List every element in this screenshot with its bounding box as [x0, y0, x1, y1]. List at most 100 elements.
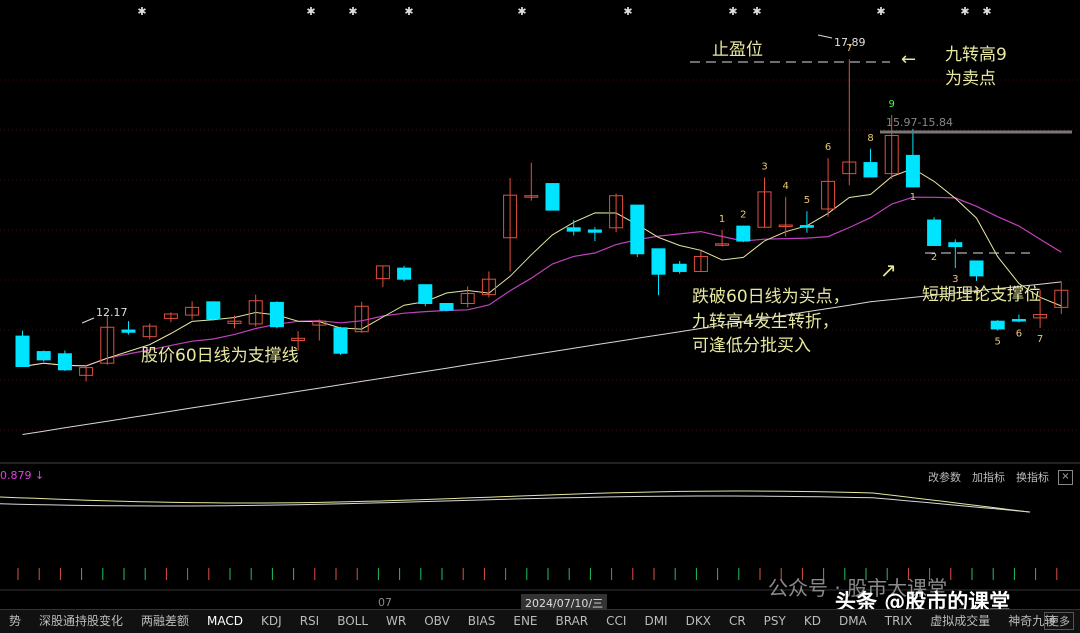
star-marker: ✱	[752, 5, 761, 18]
td-sell-count: 3	[761, 162, 767, 173]
star-marker: ✱	[623, 5, 632, 18]
low-price-label: 12.17	[96, 306, 128, 319]
star-marker: ✱	[982, 5, 991, 18]
candle-body	[1011, 319, 1026, 322]
high-price-label: 17.89	[834, 36, 866, 49]
candle-body	[587, 229, 602, 233]
ma5-line	[22, 167, 1062, 367]
tab-10[interactable]: ENE	[504, 610, 546, 633]
star-marker: ✱	[137, 5, 146, 18]
candle-body	[672, 263, 687, 272]
candle-body	[799, 225, 814, 228]
candle-body	[948, 242, 963, 248]
td-sell-count: 4	[783, 181, 789, 192]
star-marker: ✱	[517, 5, 526, 18]
nine-high-line2: 为卖点	[945, 69, 996, 89]
arrow-up-right-icon: ↗	[880, 258, 897, 282]
candle-body	[418, 284, 433, 305]
nine-high-line1: 九转高9	[945, 45, 1007, 65]
candle-body	[630, 204, 645, 255]
take-profit-label: 止盈位	[712, 40, 763, 60]
high-pointer	[817, 34, 833, 39]
star-marker: ✱	[306, 5, 315, 18]
moving-average-lines	[22, 167, 1062, 435]
switch-indicator-button[interactable]: 换指标	[1016, 469, 1049, 485]
candle-body	[566, 227, 581, 232]
close-panel-icon[interactable]: ×	[1058, 470, 1073, 485]
tab-5[interactable]: RSI	[291, 610, 329, 633]
tab-1[interactable]: 深股通持股变化	[30, 610, 132, 633]
candle-body	[397, 267, 412, 280]
month-axis-label: 07	[378, 596, 392, 609]
tab-11[interactable]: BRAR	[547, 610, 598, 633]
break-line1: 跌破60日线为买点，	[692, 287, 850, 307]
candle-body	[927, 219, 942, 246]
tab-9[interactable]: BIAS	[459, 610, 505, 633]
macd-dif-line	[0, 490, 1031, 513]
tab-2[interactable]: 两融差额	[132, 610, 198, 633]
short-support-label: 短期理论支撑位	[922, 285, 1041, 305]
star-marker: ✱	[348, 5, 357, 18]
td-buy-count: 1	[910, 192, 916, 203]
tab-6[interactable]: BOLL	[328, 610, 377, 633]
tab-8[interactable]: OBV	[415, 610, 459, 633]
macd-dea-line	[0, 495, 1031, 513]
candle-body	[439, 303, 454, 311]
support-60-label: 股价60日线为支撑线	[141, 346, 299, 366]
tab-3[interactable]: MACD	[198, 610, 252, 633]
tab-17[interactable]: KD	[795, 610, 830, 633]
tab-13[interactable]: DMI	[635, 610, 676, 633]
td-sell-count: 5	[804, 195, 810, 206]
candle-body	[121, 329, 136, 333]
td-buy-count: 5	[995, 337, 1001, 348]
candle-body	[269, 301, 284, 328]
star-marker: ✱	[404, 5, 413, 18]
edit-params-button[interactable]: 改参数	[928, 469, 961, 485]
tab-20[interactable]: 虚拟成交量	[921, 610, 999, 633]
candle-body	[15, 335, 30, 367]
ma10-line	[22, 196, 1062, 368]
break-line3: 可逢低分批买入	[692, 336, 811, 356]
star-marker: ✱	[960, 5, 969, 18]
td-buy-count: 7	[1037, 334, 1043, 345]
candle-body	[990, 320, 1005, 330]
arrow-left-icon: ←	[901, 49, 917, 70]
candle-body	[36, 351, 51, 361]
td-sell-count: 2	[740, 210, 746, 221]
candle-body	[736, 225, 751, 242]
star-marker: ✱	[728, 5, 737, 18]
td-sell-count: 6	[825, 142, 831, 153]
td-buy-count: 2	[931, 252, 937, 263]
tab-12[interactable]: CCI	[597, 610, 635, 633]
tab-15[interactable]: CR	[720, 610, 755, 633]
candle-body	[206, 301, 221, 320]
break-line2: 九转高4发生转折，	[692, 312, 839, 332]
event-star-markers: ✱ ✱ ✱ ✱ ✱ ✱ ✱ ✱ ✱ ✱ ✱	[137, 5, 991, 18]
candle-body	[545, 183, 560, 211]
tab-14[interactable]: DKX	[677, 610, 720, 633]
tab-16[interactable]: PSY	[755, 610, 795, 633]
indicator-tab-bar: 势深股通持股变化 两融差额 MACD KDJ RSI BOLL WR OBV BIAS ENE BR…	[0, 609, 1080, 633]
candlestick-chart[interactable]: 1 234567891234567 ✱ ✱ ✱ ✱ ✱ ✱ ✱ ✱ ✱ ✱ ✱	[0, 0, 1080, 632]
candle-body	[863, 162, 878, 178]
tab-7[interactable]: WR	[377, 610, 415, 633]
candle-body	[969, 260, 984, 277]
candle-body	[651, 248, 666, 275]
more-button[interactable]: 更多	[1044, 612, 1074, 630]
candle-body	[333, 327, 348, 354]
tab-0[interactable]: 势	[0, 610, 30, 633]
candle-body	[57, 353, 72, 371]
tab-18[interactable]: DMA	[830, 610, 876, 633]
td-sell-count: 8	[867, 133, 873, 144]
candles	[15, 59, 1069, 382]
low-pointer	[81, 317, 95, 324]
td-sell-count: 9	[889, 99, 895, 110]
tab-19[interactable]: TRIX	[876, 610, 921, 633]
td-buy-count: 6	[1016, 328, 1022, 339]
candle-body	[905, 154, 920, 188]
td-sell-count: 1	[719, 214, 725, 225]
star-marker: ✱	[876, 5, 885, 18]
tab-4[interactable]: KDJ	[252, 610, 291, 633]
macd-panel-lines	[0, 490, 1058, 580]
add-indicator-button[interactable]: 加指标	[972, 469, 1005, 485]
